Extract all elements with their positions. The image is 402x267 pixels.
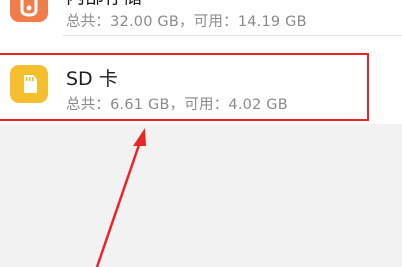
- separator: ，: [179, 14, 194, 30]
- sd-card-icon: [10, 65, 48, 103]
- storage-item-sd-card[interactable]: SD 卡 总共：6.61 GB，可用：4.02 GB: [0, 56, 402, 118]
- storage-item-title: 内部存储: [66, 0, 142, 9]
- available-value: 4.02 GB: [228, 97, 288, 113]
- storage-list: 内部存储 总共：32.00 GB，可用：14.19 GB SD 卡 总共：6.6…: [0, 0, 402, 124]
- storage-item-summary: 总共：6.61 GB，可用：4.02 GB: [66, 93, 288, 114]
- storage-item-summary: 总共：32.00 GB，可用：14.19 GB: [66, 10, 307, 31]
- storage-item-internal[interactable]: 内部存储 总共：32.00 GB，可用：14.19 GB: [0, 0, 402, 36]
- total-label: 总共：: [66, 14, 111, 30]
- available-label: 可用：: [193, 14, 238, 30]
- total-value: 6.61 GB: [110, 97, 170, 113]
- row-divider: [62, 35, 402, 36]
- total-label: 总共：: [66, 97, 111, 113]
- internal-storage-icon: [10, 0, 48, 22]
- available-value: 14.19 GB: [237, 14, 307, 30]
- separator: ，: [169, 97, 185, 113]
- total-value: 32.00 GB: [110, 14, 180, 30]
- storage-item-title: SD 卡: [66, 68, 118, 90]
- available-label: 可用：: [184, 97, 229, 113]
